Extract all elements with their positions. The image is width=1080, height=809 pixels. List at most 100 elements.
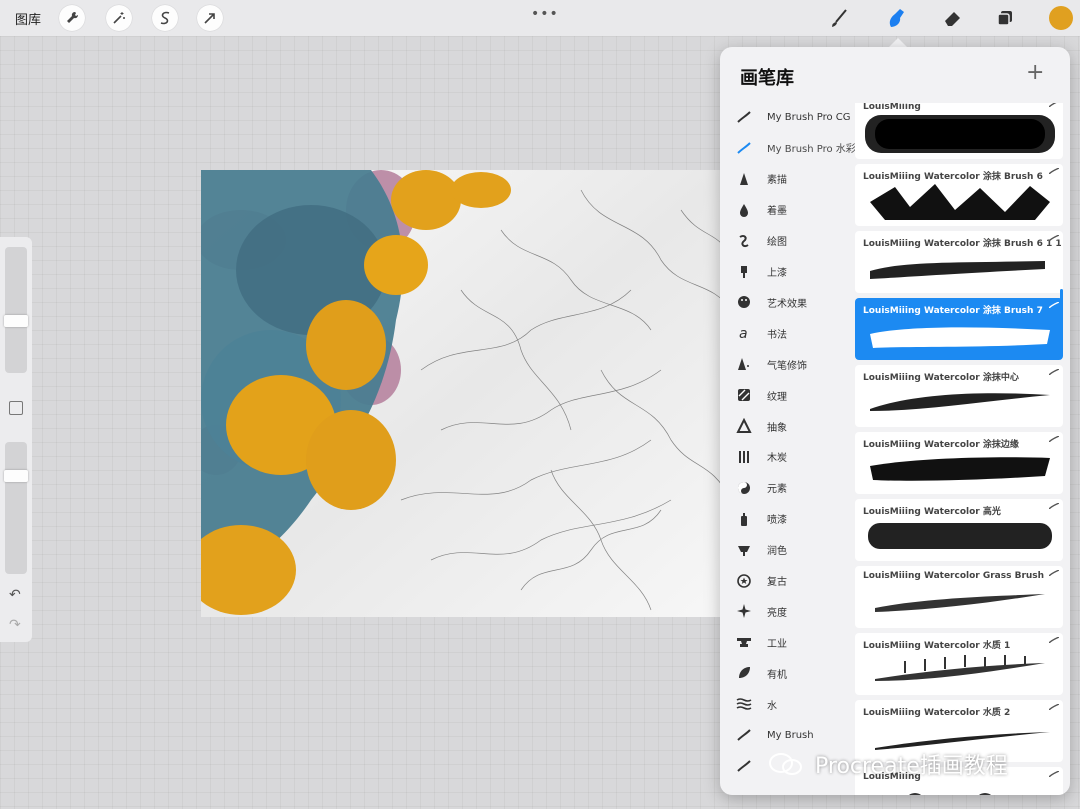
brush-set-item[interactable]: 元素: [720, 474, 855, 502]
modify-button[interactable]: [9, 401, 23, 415]
brush-stroke-icon: [1049, 503, 1059, 509]
brush-stroke-icon: [1049, 369, 1059, 375]
brush-set-item[interactable]: My Brush Pro 水彩: [720, 134, 855, 162]
redo-icon[interactable]: ↷: [9, 617, 21, 633]
arrow-cursor-icon: [204, 13, 215, 24]
brush-size-thumb[interactable]: [4, 315, 28, 327]
svg-text:a: a: [739, 326, 748, 341]
brush-item[interactable]: LouisMiiing: [855, 103, 1063, 159]
brush-set-label: 上漆: [767, 268, 787, 279]
brush-set-item[interactable]: 气笔修饰: [720, 350, 855, 378]
layers-button[interactable]: [992, 5, 1018, 31]
brush-item[interactable]: LouisMiiing Watercolor Grass Brush: [855, 566, 1063, 628]
brush-set-item[interactable]: 木炭: [720, 443, 855, 471]
brush-name: LouisMiiing: [863, 103, 921, 112]
brush-set-item[interactable]: 有机: [720, 659, 855, 687]
brush-item[interactable]: LouisMiiing Watercolor 涂抹中心: [855, 365, 1063, 427]
color-picker-button[interactable]: [1049, 6, 1073, 30]
smudge-tool[interactable]: [883, 5, 909, 31]
airbrush-icon: [736, 356, 752, 372]
brush-stroke-preview: [865, 115, 1055, 153]
brush-item[interactable]: LouisMiiing Watercolor 涂抹 Brush 7: [855, 298, 1063, 360]
ink-drop-icon: [736, 202, 752, 218]
brush-stroke-icon: [1049, 637, 1059, 643]
brush-item[interactable]: LouisMiiing Watercolor 涂抹 Brush 6 1 1: [855, 231, 1063, 293]
brush-set-item[interactable]: 喷漆: [720, 505, 855, 533]
opacity-slider[interactable]: [4, 442, 28, 574]
triangle-icon: [736, 418, 752, 434]
brush-name: LouisMiiing Watercolor 水质 2: [863, 708, 1011, 718]
brush-item[interactable]: LouisMiiing Watercolor 水质 1: [855, 633, 1063, 695]
brush-size-slider[interactable]: [4, 247, 28, 373]
wechat-icon: [769, 753, 802, 775]
brush-set-item[interactable]: 着墨: [720, 196, 855, 224]
brush-set-item[interactable]: 水: [720, 690, 855, 718]
opacity-thumb[interactable]: [4, 470, 28, 482]
brush-set-item[interactable]: 润色: [720, 536, 855, 564]
artwork-canvas[interactable]: [201, 170, 733, 617]
smudge-finger-icon: [889, 9, 904, 27]
brush-set-item[interactable]: a 书法: [720, 319, 855, 347]
brush-set-item[interactable]: 纹理: [720, 381, 855, 409]
layers-icon: [997, 11, 1012, 26]
brush-set-label: 木炭: [767, 453, 787, 465]
brush-set-item[interactable]: My Brush Pro CG: [720, 103, 855, 131]
brush-stroke-icon: [1049, 704, 1059, 710]
brush-name: LouisMiiing Watercolor 水质 1: [863, 641, 1011, 651]
brush-stroke-preview: [875, 655, 1045, 681]
brush-set-item[interactable]: 上漆: [720, 258, 855, 286]
add-brush-set-button[interactable]: +: [1026, 61, 1044, 85]
brush-set-item[interactable]: 工业: [720, 628, 855, 656]
brush-stroke-icon: [1049, 168, 1059, 174]
transform-button[interactable]: [197, 5, 223, 31]
brush-set-label: 素描: [767, 175, 787, 187]
brush-stroke-icon: [1049, 570, 1059, 576]
selection-s-icon: [160, 11, 170, 25]
watermark-text: Procreate插画教程: [815, 754, 1008, 779]
brush-library-title: 画笔库: [740, 68, 794, 89]
brush-set-label: My Brush Pro CG: [767, 111, 851, 123]
waves-icon: [736, 696, 752, 712]
gallery-button[interactable]: 图库: [15, 9, 41, 28]
palette-icon: [736, 294, 752, 310]
squiggle-icon: [736, 233, 752, 249]
adjustments-button[interactable]: [106, 5, 132, 31]
brush-set-item[interactable]: 素描: [720, 165, 855, 193]
brush-set-label: 气笔修饰: [767, 360, 807, 372]
brush-set-item[interactable]: 亮度: [720, 597, 855, 625]
brush-name: LouisMiiing Watercolor 涂抹 Brush 6 1 1: [863, 239, 1062, 249]
brush-set-label: 纹理: [767, 391, 787, 403]
brush-set-label: 润色: [767, 546, 787, 558]
brush-set-item[interactable]: 抽象: [720, 412, 855, 440]
magic-wand-icon: [113, 12, 125, 24]
selection-button[interactable]: [152, 5, 178, 31]
star-badge-icon: [736, 573, 752, 589]
brush-item[interactable]: LouisMiiing Watercolor 高光: [855, 499, 1063, 561]
brush-set-label: 亮度: [767, 607, 787, 619]
actions-button[interactable]: [59, 5, 85, 31]
brush-set-item[interactable]: 复古: [720, 567, 855, 595]
brush-set-label: My Brush Pro 水彩: [767, 144, 855, 156]
brush-list-scrollbar[interactable]: [1060, 289, 1063, 349]
more-menu-dots[interactable]: •••: [531, 6, 559, 22]
brush-set-item[interactable]: My Brush: [720, 721, 855, 749]
brush-set-label: 绘图: [767, 237, 787, 249]
brush-item[interactable]: LouisMiiing Watercolor 涂抹边缘: [855, 432, 1063, 494]
texture-icon: [736, 387, 752, 403]
brush-name: LouisMiiing Watercolor 涂抹边缘: [863, 440, 1019, 450]
calligraphy-icon: a: [736, 325, 752, 341]
brush-stroke-icon: [736, 727, 752, 743]
eraser-tool[interactable]: [939, 5, 965, 31]
brush-item[interactable]: LouisMiiing Watercolor 涂抹 Brush 6: [855, 164, 1063, 226]
brush-set-item[interactable]: 艺术效果: [720, 288, 855, 316]
brush-library-panel: 画笔库 + My Brush Pro CG My Brush Pro 水彩 素描着墨…: [720, 47, 1070, 795]
paint-brush-tool[interactable]: [826, 5, 852, 31]
spray-can-icon: [736, 511, 752, 527]
brush-set-item[interactable]: 绘图: [720, 227, 855, 255]
brush-set-label: 艺术效果: [767, 298, 807, 310]
brush-set-label: 喷漆: [767, 515, 787, 527]
charcoal-icon: [736, 449, 752, 465]
yin-yang-icon: [736, 480, 752, 496]
undo-icon[interactable]: ↶: [9, 587, 21, 603]
anvil-icon: [736, 634, 752, 650]
